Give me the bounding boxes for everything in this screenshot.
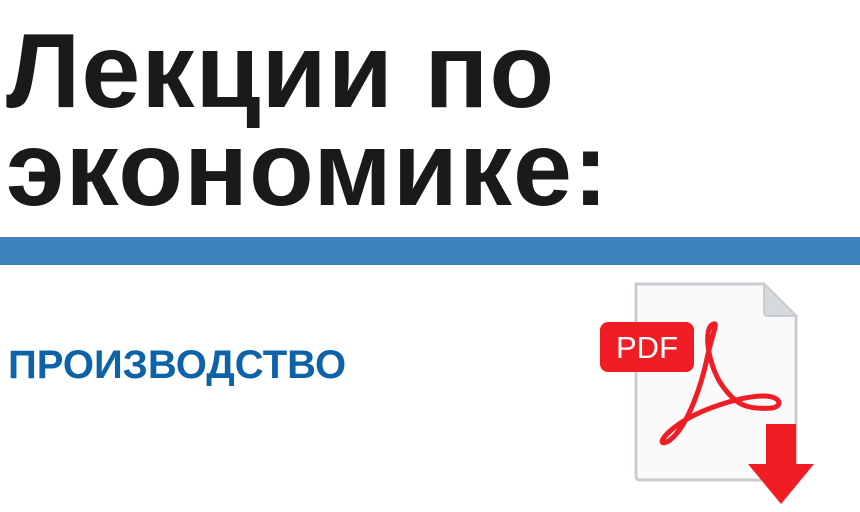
page-title: Лекции по экономике: [6, 12, 610, 228]
title-line-1: Лекции по [6, 12, 556, 130]
divider-bar [0, 237, 860, 265]
pdf-badge-text: PDF [616, 330, 678, 365]
pdf-download-icon: PDF [600, 281, 814, 504]
folded-corner [763, 281, 799, 317]
title-line-2: экономике: [6, 110, 610, 228]
topic-label: ПРОИЗВОДСТВО [8, 343, 347, 387]
pdf-download-link[interactable]: PDF [596, 280, 822, 506]
page: Лекции по экономике: ПРОИЗВОДСТВО PDF [0, 0, 860, 512]
